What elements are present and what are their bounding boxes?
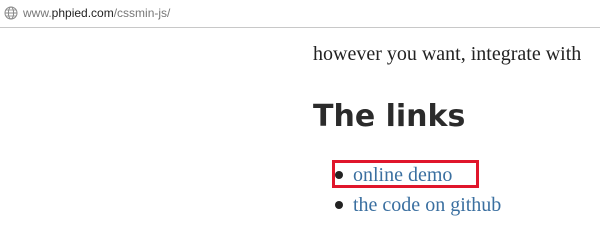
address-bar[interactable]: www.phpied.com/cssmin-js/ [0, 0, 600, 28]
globe-icon [4, 6, 18, 20]
online-demo-link[interactable]: online demo [353, 160, 452, 190]
bullet-icon [335, 171, 343, 179]
body-text: however you want, integrate with [313, 43, 582, 65]
url-text[interactable]: www.phpied.com/cssmin-js/ [23, 6, 170, 20]
github-code-link[interactable]: the code on github [353, 190, 501, 220]
url-path: /cssmin-js/ [113, 6, 171, 20]
bullet-icon [335, 201, 343, 209]
url-prefix: www. [23, 6, 52, 20]
section-heading: The links [313, 99, 466, 134]
url-host: phpied.com [51, 6, 114, 20]
